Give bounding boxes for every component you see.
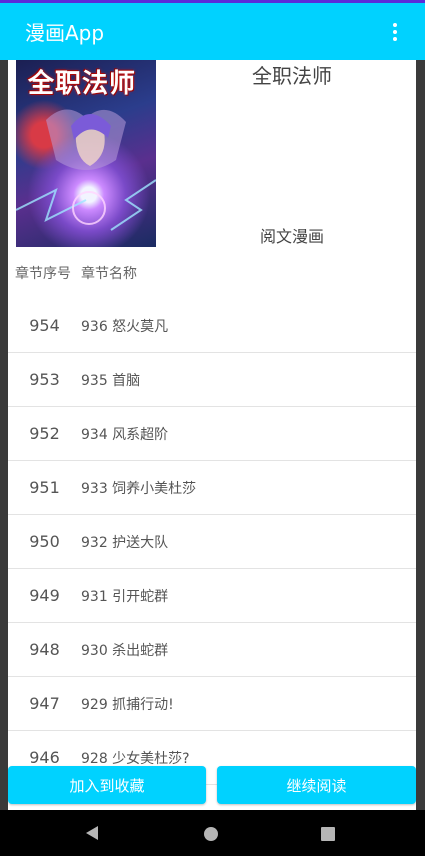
header-chapter-name: 章节名称 xyxy=(81,266,137,282)
chapter-no: 954 xyxy=(29,316,60,335)
back-icon[interactable] xyxy=(86,826,98,840)
chapter-row[interactable]: 952 934 风系超阶 xyxy=(8,407,416,461)
system-nav-bar xyxy=(0,810,425,856)
add-to-favorites-button[interactable]: 加入到收藏 xyxy=(8,766,206,804)
recent-apps-icon[interactable] xyxy=(321,827,335,841)
chapter-table-header: 章节序号 章节名称 xyxy=(15,263,137,283)
chapter-no: 953 xyxy=(29,370,60,389)
chapter-no: 952 xyxy=(29,424,60,443)
chapter-no: 946 xyxy=(29,748,60,767)
chapter-no: 950 xyxy=(29,532,60,551)
chapter-no: 949 xyxy=(29,586,60,605)
chapter-name: 936 怒火莫凡 xyxy=(81,318,169,335)
more-vert-icon[interactable] xyxy=(383,22,407,41)
chapter-name: 933 饲养小美杜莎 xyxy=(81,480,197,497)
continue-reading-button[interactable]: 继续阅读 xyxy=(217,766,416,804)
cover-logo: 全职法师 xyxy=(28,69,137,99)
comic-cover-image: 全职法师 xyxy=(16,60,156,247)
chapter-row[interactable]: 950 932 护送大队 xyxy=(8,515,416,569)
header-chapter-no: 章节序号 xyxy=(15,266,71,282)
chapter-row[interactable]: 953 935 首脑 xyxy=(8,353,416,407)
app-title: 漫画App xyxy=(25,21,105,45)
app-bar: 漫画App xyxy=(0,3,425,60)
chapter-row[interactable]: 947 929 抓捕行动! xyxy=(8,677,416,731)
chapter-row[interactable]: 954 936 怒火莫凡 xyxy=(8,299,416,353)
chapter-name: 930 杀出蛇群 xyxy=(81,642,169,659)
chapter-row[interactable]: 951 933 饲养小美杜莎 xyxy=(8,461,416,515)
chapter-name: 934 风系超阶 xyxy=(81,426,169,443)
chapter-no: 951 xyxy=(29,478,60,497)
chapter-name: 929 抓捕行动! xyxy=(81,696,174,713)
chapter-name: 932 护送大队 xyxy=(81,534,169,551)
chapter-name: 931 引开蛇群 xyxy=(81,588,169,605)
chapter-name: 935 首脑 xyxy=(81,372,141,389)
chapter-name: 928 少女美杜莎? xyxy=(81,750,190,767)
chapter-row[interactable]: 949 931 引开蛇群 xyxy=(8,569,416,623)
comic-source: 阅文漫画 xyxy=(259,227,324,246)
comic-detail: 全职法师 全职法师 阅文漫画 章节序号 章节名称 954 936 怒火莫凡 95… xyxy=(8,60,416,810)
chapter-list[interactable]: 954 936 怒火莫凡 953 935 首脑 952 934 风系超阶 951… xyxy=(8,299,416,785)
comic-title: 全职法师 xyxy=(252,64,332,88)
chapter-row[interactable]: 948 930 杀出蛇群 xyxy=(8,623,416,677)
chapter-no: 947 xyxy=(29,694,60,713)
home-icon[interactable] xyxy=(204,827,218,841)
chapter-no: 948 xyxy=(29,640,60,659)
